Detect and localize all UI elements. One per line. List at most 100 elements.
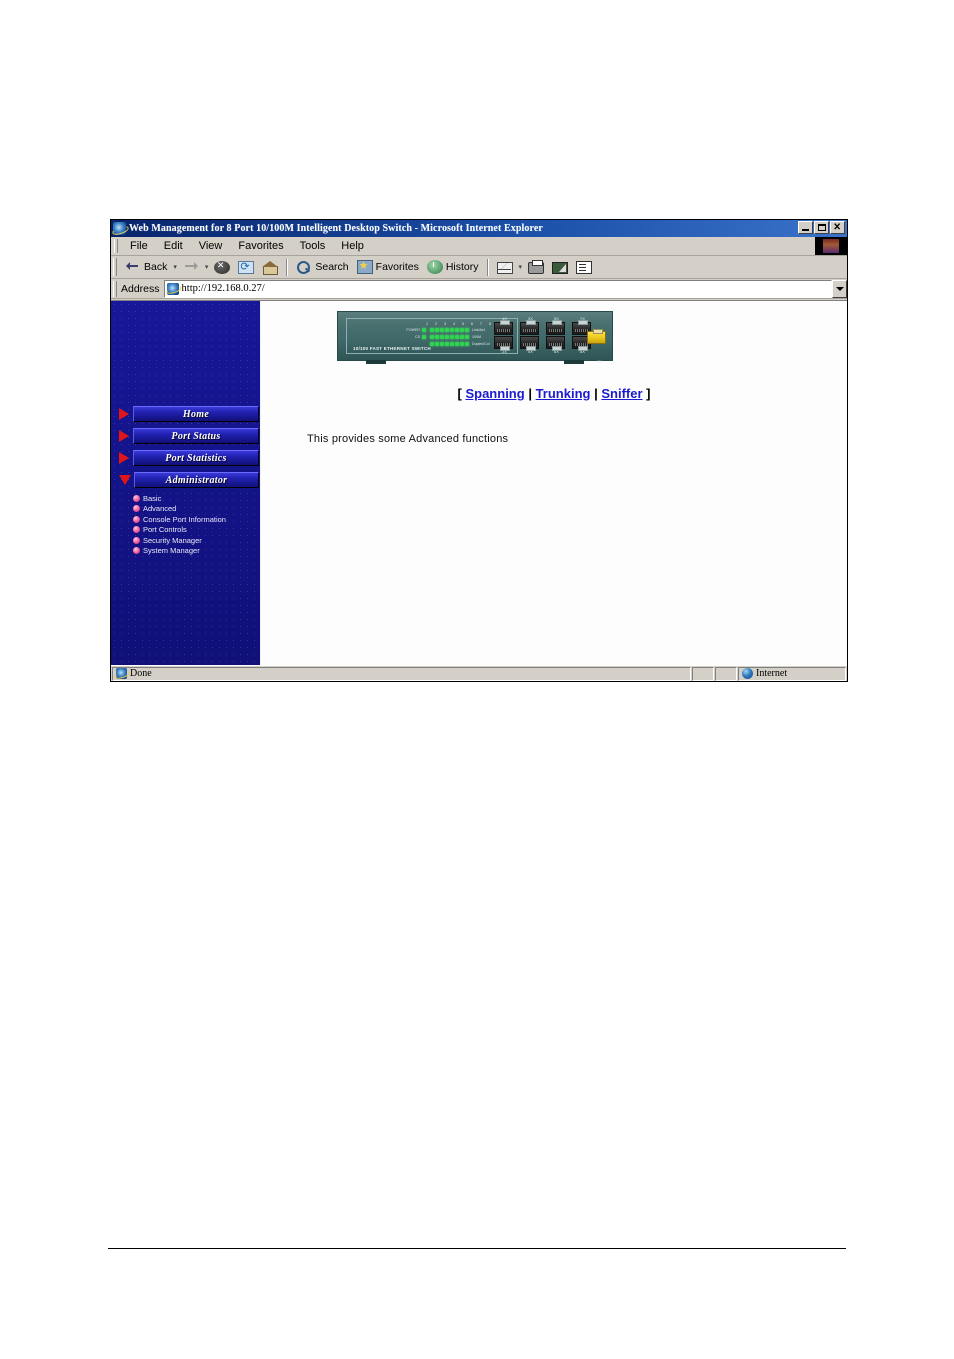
maximize-button[interactable] — [814, 221, 829, 234]
page-icon — [166, 282, 179, 295]
status-message: Done — [130, 668, 152, 679]
browser-window: Web Management for 8 Port 10/100M Intell… — [110, 219, 848, 682]
refresh-button[interactable] — [234, 259, 258, 275]
rj45-port-icon — [520, 336, 539, 351]
site-sidebar: Home Port Status Port Statistics Adminis… — [111, 301, 261, 665]
link-spanning[interactable]: Spanning — [465, 386, 524, 401]
discuss-button[interactable] — [572, 259, 596, 275]
bullet-icon — [133, 536, 140, 544]
main-content: 10/100 FAST ETHERNET SWITCH 1 2 3 4 5 6 … — [261, 301, 847, 665]
page-footer-rule — [108, 1248, 846, 1249]
sidebar-item-home[interactable]: Home — [119, 405, 259, 423]
led-label-duplex-col: Duplex/Col — [472, 342, 490, 346]
submenu-label-advanced: Advanced — [143, 504, 177, 513]
menu-item-file[interactable]: File — [122, 239, 156, 253]
back-dropdown-icon[interactable]: ▾ — [173, 263, 177, 271]
advanced-links-row: [ Spanning | Trunking | Sniffer ] — [261, 386, 847, 401]
toolbar-separator-2 — [486, 258, 489, 276]
back-arrow-icon — [125, 260, 141, 275]
status-message-pane: Done — [112, 666, 691, 681]
rj45-port-icon — [494, 320, 513, 335]
sidebar-item-port-status[interactable]: Port Status — [119, 427, 259, 445]
menu-item-favorites[interactable]: Favorites — [230, 239, 291, 253]
bracket-close: ] — [646, 386, 651, 401]
menu-grip[interactable] — [114, 239, 118, 253]
security-zone-pane: Internet — [738, 666, 846, 681]
security-zone-label: Internet — [756, 668, 788, 679]
uplink-port-icon — [587, 329, 606, 344]
search-button[interactable]: Search — [292, 259, 352, 275]
address-grip[interactable] — [113, 280, 117, 297]
address-input[interactable]: http://192.168.0.27/ — [163, 279, 832, 298]
submenu-item-system-manager[interactable]: System Manager — [133, 546, 259, 556]
ie-logo-icon — [113, 222, 126, 235]
menu-bar: File Edit View Favorites Tools Help — [111, 237, 847, 256]
uplink-port-label: 8X — [597, 359, 602, 364]
title-bar: Web Management for 8 Port 10/100M Intell… — [111, 220, 847, 237]
submenu-label-security-manager: Security Manager — [143, 535, 202, 545]
submenu-item-basic[interactable]: Basic — [133, 493, 259, 503]
administrator-submenu: Basic Advanced Console Port Information — [133, 493, 259, 556]
forward-dropdown-icon[interactable]: ▾ — [205, 263, 209, 271]
led-dot — [422, 335, 426, 339]
history-button[interactable]: History — [423, 259, 483, 275]
sidebar-label-port-statistics: Port Statistics — [165, 452, 227, 464]
status-bar: Done Internet — [111, 665, 847, 681]
device-rj45-ports: 1X 3X 5X 7X 2X 4X 6X 8X 8X — [494, 316, 606, 364]
led-num: 5 — [462, 322, 464, 326]
status-pane-extra-1 — [692, 666, 714, 681]
window-title: Web Management for 8 Port 10/100M Intell… — [129, 223, 543, 234]
menu-item-edit[interactable]: Edit — [156, 239, 191, 253]
submenu-label-system-manager: System Manager — [143, 546, 200, 555]
toolbar-grip[interactable] — [113, 258, 117, 276]
sidebar-item-administrator[interactable]: Administrator — [119, 471, 259, 489]
arrow-right-icon — [119, 430, 130, 442]
home-icon — [262, 260, 279, 275]
home-button[interactable] — [258, 259, 282, 276]
address-label: Address — [121, 282, 160, 295]
mail-button[interactable] — [493, 259, 517, 275]
rj45-port-icon — [546, 336, 565, 351]
arrow-down-icon — [119, 475, 131, 485]
bullet-icon — [133, 526, 140, 533]
switch-device-image: 10/100 FAST ETHERNET SWITCH 1 2 3 4 5 6 … — [337, 311, 613, 364]
link-sniffer[interactable]: Sniffer — [601, 386, 642, 401]
edit-button[interactable] — [548, 259, 572, 275]
submenu-item-security-manager[interactable]: Security Manager — [133, 535, 259, 545]
forward-button[interactable] — [179, 259, 203, 276]
favorites-star-icon — [356, 259, 373, 274]
led-num: 1 — [426, 322, 428, 326]
link-trunking[interactable]: Trunking — [536, 386, 591, 401]
menu-item-tools[interactable]: Tools — [292, 239, 334, 253]
menu-item-help[interactable]: Help — [333, 239, 372, 253]
rj45-port-icon — [546, 320, 565, 335]
status-pane-extra-2 — [715, 666, 737, 681]
mail-dropdown-icon[interactable]: ▾ — [519, 263, 523, 271]
close-button[interactable]: ✕ — [830, 221, 845, 234]
history-label: History — [445, 261, 479, 273]
ie-brand-animation — [815, 237, 847, 255]
submenu-item-port-controls[interactable]: Port Controls — [133, 525, 259, 535]
stop-icon — [214, 260, 231, 274]
submenu-item-advanced[interactable]: Advanced — [133, 504, 259, 514]
minimize-button[interactable] — [798, 221, 813, 234]
favorites-button[interactable]: Favorites — [353, 259, 423, 275]
led-dot — [422, 328, 426, 332]
submenu-label-port-controls: Port Controls — [143, 525, 187, 534]
bullet-icon — [133, 505, 140, 512]
sidebar-label-port-status: Port Status — [171, 430, 221, 442]
submenu-label-console-port-information: Console Port Information — [143, 514, 226, 524]
address-dropdown-button[interactable] — [832, 279, 847, 298]
led-num: 2 — [435, 322, 437, 326]
submenu-item-console-port-information[interactable]: Console Port Information — [133, 514, 259, 524]
print-button[interactable] — [524, 259, 548, 275]
back-button[interactable]: Back — [121, 259, 171, 276]
rj45-port-icon — [494, 336, 513, 351]
sidebar-item-port-statistics[interactable]: Port Statistics — [119, 449, 259, 467]
bracket-open: [ — [457, 386, 462, 401]
stop-button[interactable] — [210, 259, 234, 275]
port-labels-top: 1X 3X 5X 7X — [495, 316, 606, 321]
arrow-right-icon — [119, 452, 130, 464]
menu-item-view[interactable]: View — [191, 239, 231, 253]
print-icon — [528, 260, 545, 274]
